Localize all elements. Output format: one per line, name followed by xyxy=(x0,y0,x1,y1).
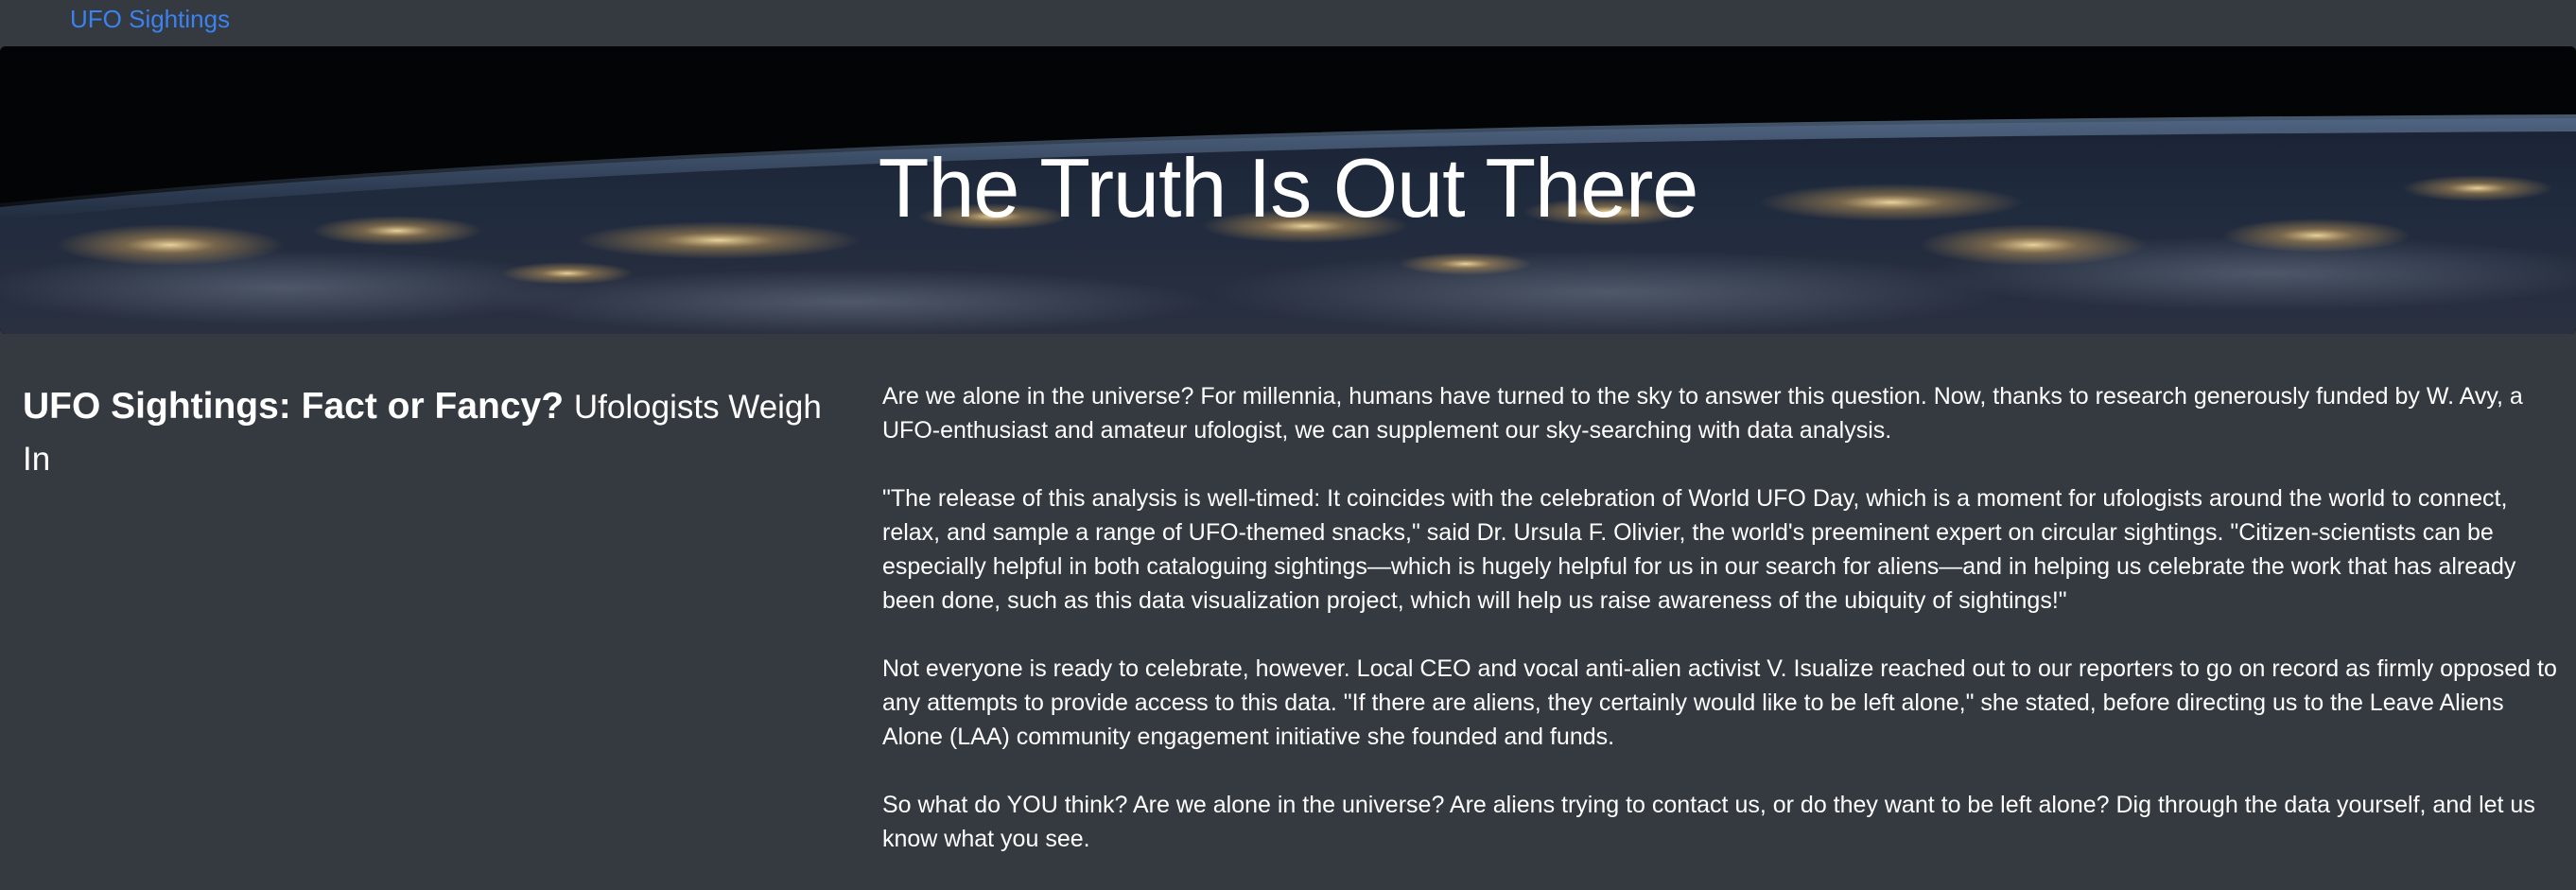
navbar-brand-link[interactable]: UFO Sightings xyxy=(70,4,230,34)
article-paragraph: Not everyone is ready to celebrate, howe… xyxy=(882,655,2557,750)
navbar: UFO Sightings xyxy=(0,0,2576,46)
article-paragraph: Are we alone in the universe? For millen… xyxy=(882,383,2523,444)
article-headline-main: UFO Sightings: Fact or Fancy? xyxy=(23,386,565,427)
hero-jumbotron: The Truth Is Out There xyxy=(0,46,2576,334)
article-paragraph: "The release of this analysis is well-ti… xyxy=(882,485,2516,614)
main-content: UFO Sightings: Fact or Fancy? Ufologists… xyxy=(0,334,2576,866)
article-body: Are we alone in the universe? For millen… xyxy=(882,379,2562,890)
article-paragraph: So what do YOU think? Are we alone in th… xyxy=(882,792,2535,852)
hero-title: The Truth Is Out There xyxy=(878,141,1699,235)
article-headline: UFO Sightings: Fact or Fancy? Ufologists… xyxy=(23,381,827,485)
headline-column: UFO Sightings: Fact or Fancy? Ufologists… xyxy=(23,381,827,485)
